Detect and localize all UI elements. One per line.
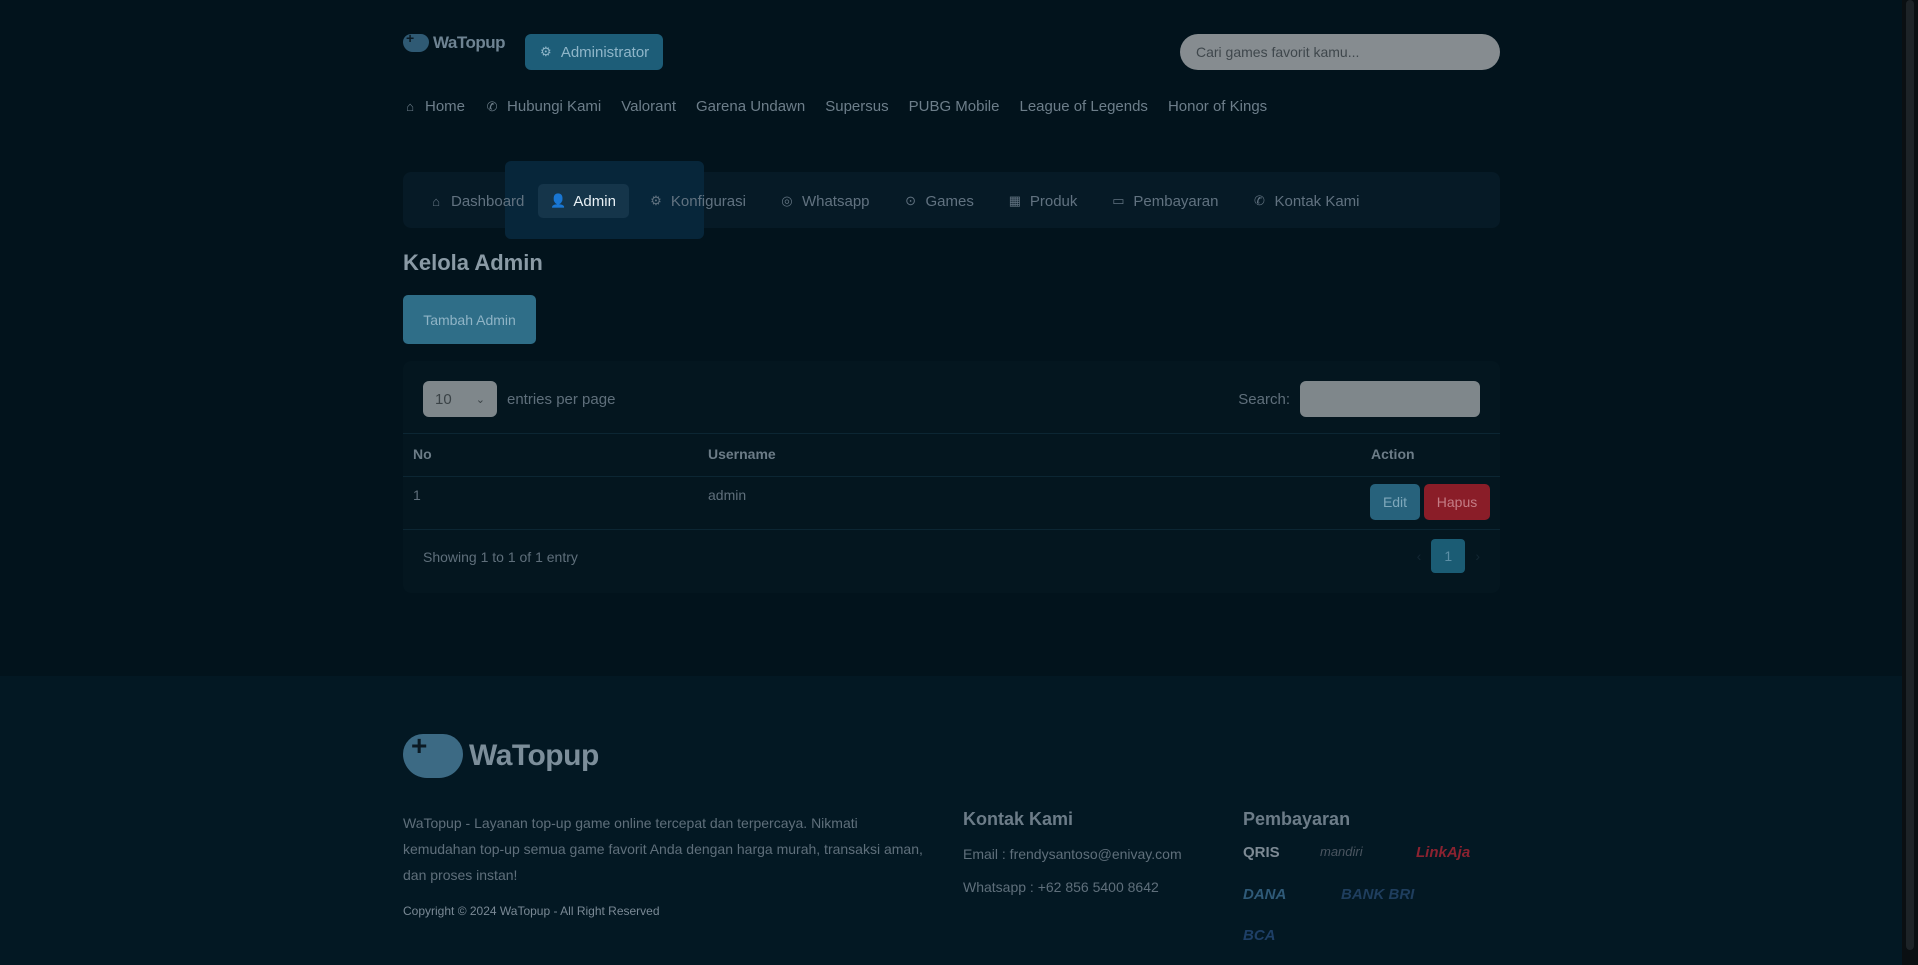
nav-hubungi-kami-label: Hubungi Kami: [507, 98, 602, 115]
user-icon: 👤: [550, 193, 567, 208]
payment-heading: Pembayaran: [1243, 809, 1351, 829]
phone-icon: ✆: [1254, 193, 1265, 208]
footer: WaTopup WaTopup - Layanan top-up game on…: [0, 676, 1902, 965]
tab-games-label: Games: [925, 192, 974, 210]
table-search: Search:: [1238, 381, 1480, 417]
nav-home[interactable]: ⌂ Home: [403, 98, 465, 115]
table-search-input[interactable]: [1300, 381, 1480, 417]
tab-games[interactable]: ⊙ Games: [904, 184, 974, 218]
tab-admin[interactable]: 👤 Admin: [538, 184, 629, 218]
contact-heading: Kontak Kami: [963, 809, 1074, 829]
cell-no: 1: [413, 487, 421, 503]
tab-pembayaran-label: Pembayaran: [1133, 192, 1219, 210]
column-no[interactable]: No: [413, 446, 432, 462]
gear-icon: ⚙: [650, 193, 662, 208]
cell-username: admin: [708, 487, 747, 503]
nav-supersus[interactable]: Supersus: [825, 98, 888, 115]
column-action: Action: [1371, 446, 1415, 462]
phone-icon: ✆: [486, 98, 498, 114]
entries-select-value: 10: [435, 390, 452, 408]
home-icon: ⌂: [432, 193, 440, 209]
nav-valorant[interactable]: Valorant: [621, 98, 676, 115]
footer-copyright: Copyright © 2024 WaTopup - All Right Res…: [403, 904, 660, 918]
tab-whatsapp[interactable]: ◎ Whatsapp: [780, 184, 870, 218]
admin-table-card: 10 ⌄ entries per page Search: No Usernam…: [403, 361, 1500, 593]
tab-whatsapp-label: Whatsapp: [801, 192, 870, 210]
column-username[interactable]: Username: [708, 446, 776, 462]
delete-button[interactable]: Hapus: [1424, 484, 1490, 520]
main-nav: ⌂ Home ✆ Hubungi Kami Valorant Garena Unda…: [403, 98, 1500, 115]
administrator-button[interactable]: ⚙ Administrator: [525, 34, 663, 70]
table-header: No Username Action: [403, 433, 1500, 477]
nav-supersus-label: Supersus: [825, 98, 889, 115]
tab-dashboard[interactable]: ⌂ Dashboard: [429, 184, 524, 218]
dana-logo: DANA: [1243, 886, 1287, 903]
gear-icon: ⚙: [539, 44, 552, 59]
table-info: Showing 1 to 1 of 1 entry: [423, 549, 578, 565]
logo-text: WaTopup: [433, 33, 506, 52]
mandiri-logo: mandiri: [1320, 844, 1363, 859]
bca-logo: BCA: [1243, 927, 1276, 944]
chevron-down-icon: ⌄: [475, 393, 485, 406]
gamepad-logo-icon: [403, 30, 429, 52]
nav-honor-of-kings-label: Honor of Kings: [1167, 98, 1268, 115]
contact-whatsapp: Whatsapp : +62 856 5400 8642: [963, 879, 1159, 895]
contact-email: Email : frendysantoso@enivay.com: [963, 846, 1182, 862]
tab-produk-label: Produk: [1029, 192, 1078, 210]
add-admin-button[interactable]: Tambah Admin: [403, 295, 536, 344]
table-search-label: Search:: [1238, 390, 1290, 408]
entries-label: entries per page: [507, 390, 616, 408]
tab-dashboard-label: Dashboard: [451, 192, 525, 210]
header: WaTopup ⚙ Administrator: [403, 30, 1500, 73]
tab-produk[interactable]: ▦ Produk: [1008, 184, 1078, 218]
credit-card-icon: ▭: [1112, 193, 1125, 208]
home-icon: ⌂: [406, 99, 414, 114]
nav-pubg-mobile[interactable]: PUBG Mobile: [909, 98, 1000, 115]
qris-logo: QRIS: [1243, 844, 1280, 861]
footer-logo: WaTopup: [403, 730, 599, 778]
linkaja-logo: LinkAja: [1416, 844, 1471, 861]
footer-description: WaTopup - Layanan top-up game online ter…: [403, 815, 923, 883]
search-input[interactable]: [1180, 34, 1500, 70]
tab-konfigurasi[interactable]: ⚙ Konfigurasi: [649, 184, 746, 218]
logo[interactable]: WaTopup: [403, 30, 506, 53]
nav-garena-undawn-label: Garena Undawn: [696, 98, 806, 115]
box-icon: ▦: [1008, 193, 1022, 208]
gamepad-logo-icon: [403, 730, 463, 778]
footer-logo-text: WaTopup: [469, 739, 599, 772]
administrator-label: Administrator: [560, 43, 650, 61]
nav-home-label: Home: [425, 98, 466, 115]
entries-length: 10 ⌄ entries per page: [423, 381, 615, 417]
next-page-icon[interactable]: ›: [1475, 548, 1480, 564]
prev-page-icon[interactable]: ‹: [1417, 548, 1422, 564]
edit-button[interactable]: Edit: [1370, 484, 1420, 520]
gamepad-icon: ⊙: [905, 193, 916, 208]
tab-konfigurasi-label: Konfigurasi: [670, 192, 746, 210]
scrollbar-thumb[interactable]: [1906, 0, 1914, 950]
entries-select[interactable]: 10 ⌄: [423, 381, 497, 417]
page-scrollbar[interactable]: [1902, 0, 1918, 965]
table-row: 1 admin Edit Hapus: [403, 475, 1500, 530]
tab-pembayaran[interactable]: ▭ Pembayaran: [1111, 184, 1218, 218]
page-button-current[interactable]: 1: [1431, 539, 1466, 573]
page-title: Kelola Admin: [403, 250, 543, 275]
tab-kontak-kami[interactable]: ✆ Kontak Kami: [1252, 184, 1360, 218]
nav-hubungi-kami[interactable]: ✆ Hubungi Kami: [485, 98, 602, 115]
nav-valorant-label: Valorant: [621, 98, 676, 115]
nav-league-of-legends[interactable]: League of Legends: [1019, 98, 1147, 115]
admin-nav: ⌂ Dashboard 👤 Admin ⚙ Konfigurasi ◎ Whatsapp…: [403, 161, 1500, 239]
tab-admin-label: Admin: [573, 192, 616, 210]
nav-honor-of-kings[interactable]: Honor of Kings: [1168, 98, 1267, 115]
nav-garena-undawn[interactable]: Garena Undawn: [696, 98, 805, 115]
pagination: ‹ 1 ›: [1417, 539, 1480, 573]
nav-pubg-mobile-label: PUBG Mobile: [908, 98, 1000, 115]
whatsapp-icon: ◎: [781, 193, 793, 208]
bank-bri-logo: BANK BRI: [1341, 886, 1415, 903]
tab-kontak-kami-label: Kontak Kami: [1274, 192, 1360, 210]
nav-league-of-legends-label: League of Legends: [1019, 98, 1148, 115]
